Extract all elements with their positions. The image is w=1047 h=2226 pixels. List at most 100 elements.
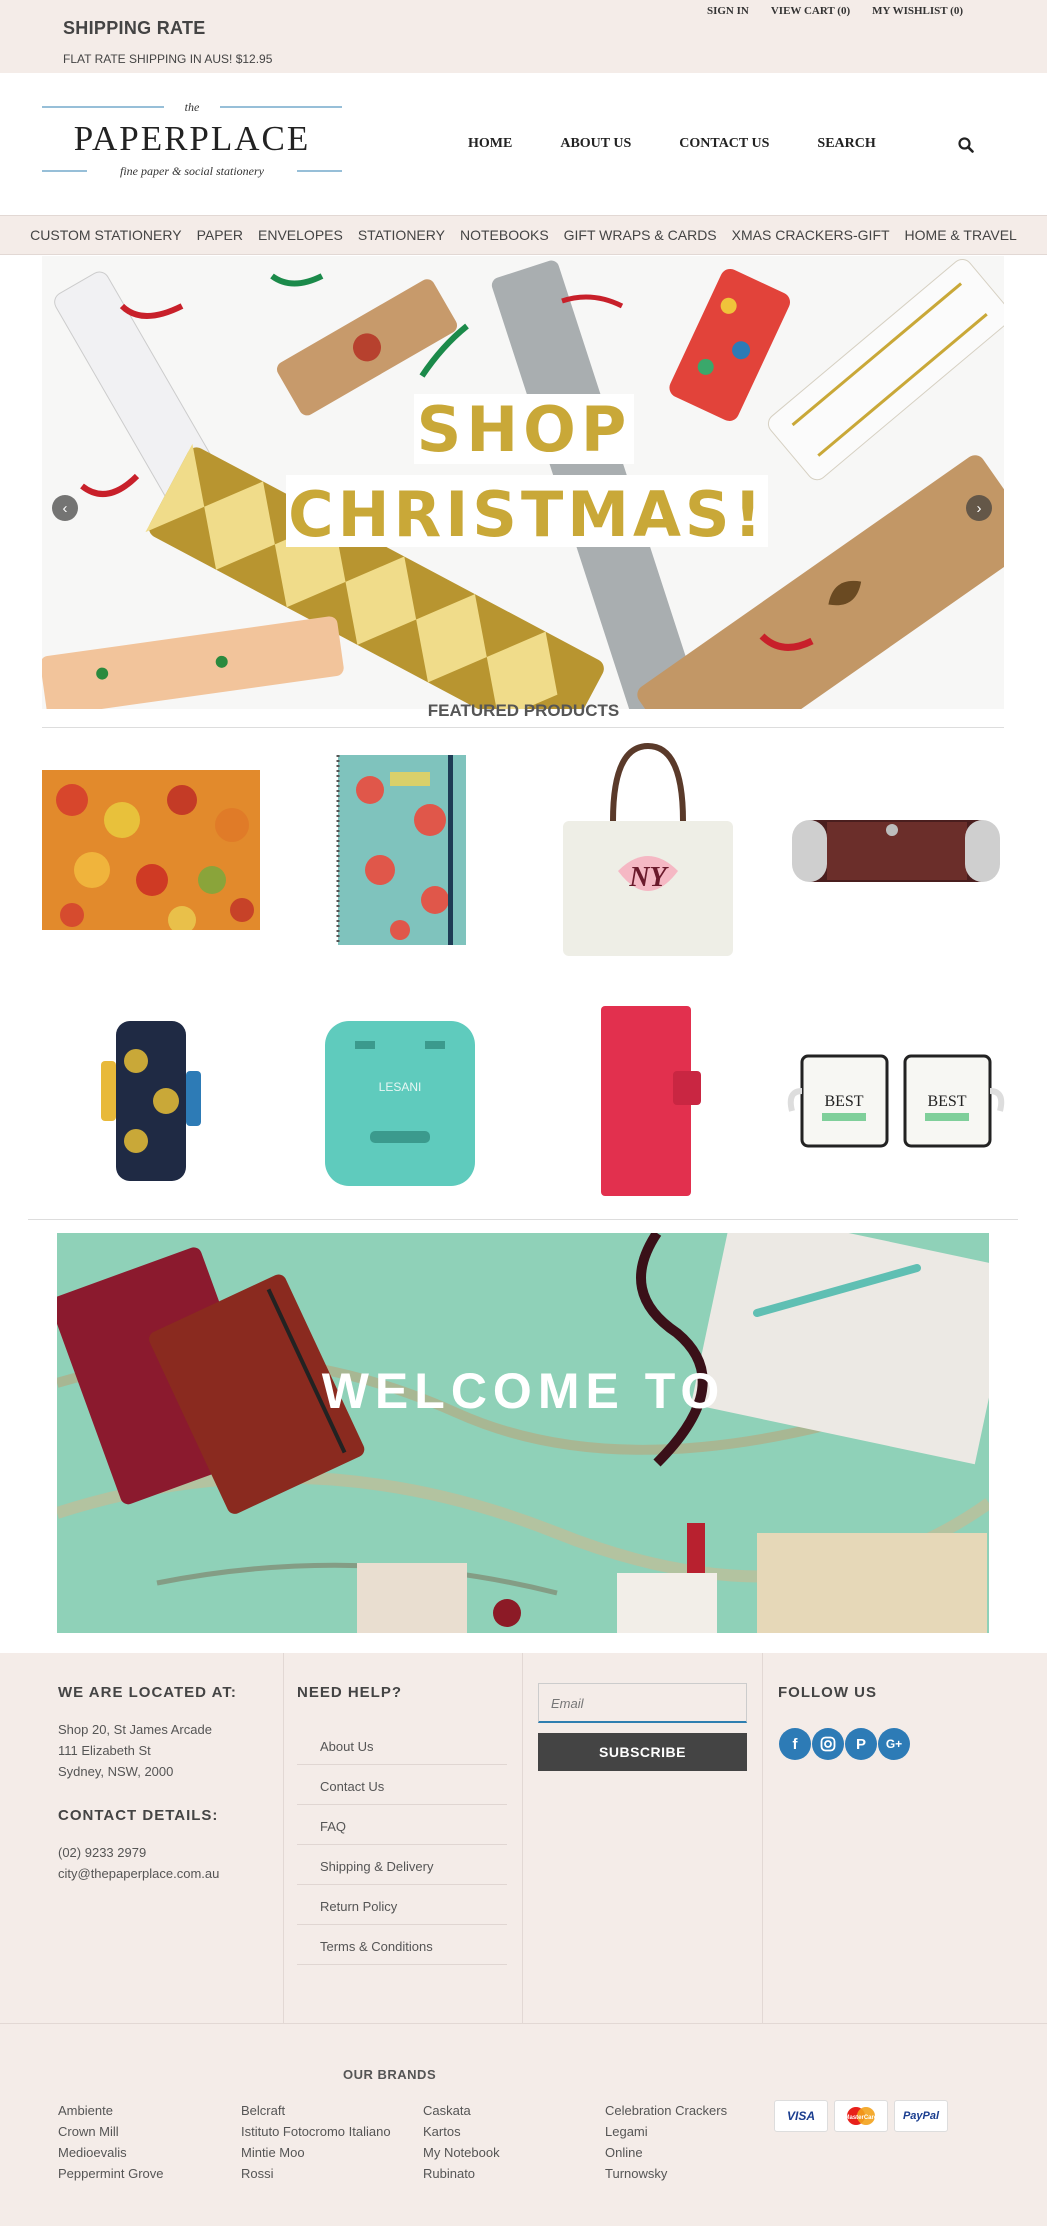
subscribe-button[interactable]: SUBSCRIBE (538, 1733, 747, 1771)
cat-gift-wraps-cards[interactable]: GIFT WRAPS & CARDS (564, 227, 717, 243)
follow-us-heading: FOLLOW US (778, 1684, 877, 1701)
brands-column: Celebration Crackers Legami Online Turno… (605, 2100, 727, 2184)
nav-home[interactable]: HOME (468, 136, 512, 152)
nav-contact-us[interactable]: CONTACT US (679, 136, 769, 152)
contact-email-link[interactable]: city@thepaperplace.com.au (58, 1863, 219, 1884)
help-link-shipping-delivery[interactable]: Shipping & Delivery (297, 1845, 507, 1885)
section-divider (28, 1219, 1018, 1220)
address-line: 111 Elizabeth St (58, 1743, 151, 1758)
cat-xmas-crackers-gift[interactable]: XMAS CRACKERS-GIFT (732, 227, 890, 243)
featured-divider (42, 727, 1004, 728)
category-nav: CUSTOM STATIONERY PAPER ENVELOPES STATIO… (0, 215, 1047, 255)
instagram-icon[interactable] (812, 1728, 844, 1760)
footer-col-divider (762, 1653, 763, 2023)
nav-search[interactable]: SEARCH (817, 136, 875, 152)
wishlist-link[interactable]: MY WISHLIST (0) (872, 5, 963, 17)
logo-tagline: fine paper & social stationery (120, 164, 265, 178)
welcome-banner (57, 1233, 989, 1633)
account-links: SIGN IN VIEW CART (0) MY WISHLIST (0) (707, 5, 963, 17)
shipping-rate-text: FLAT RATE SHIPPING IN AUS! $12.95 (63, 52, 273, 66)
christmas-crackers-image: SHOP CHRISTMAS! (42, 256, 1004, 709)
cat-home-travel[interactable]: HOME & TRAVEL (905, 227, 1017, 243)
marble-desk-image (57, 1233, 989, 1633)
logo-name: PAPERPLACE (74, 119, 311, 158)
our-brands-title: OUR BRANDS (343, 2067, 437, 2082)
product-new-york-tote[interactable]: NY (539, 741, 757, 959)
brand-link[interactable]: Medioevalis (58, 2142, 164, 2163)
main-nav: HOME ABOUT US CONTACT US SEARCH (468, 136, 924, 152)
brand-link[interactable]: Peppermint Grove (58, 2163, 164, 2184)
address: Shop 20, St James Arcade 111 Elizabeth S… (58, 1719, 212, 1782)
need-help-heading: NEED HELP? (297, 1684, 403, 1701)
svg-text:NY: NY (628, 862, 669, 893)
logo[interactable]: the PAPERPLACE fine paper & social stati… (42, 98, 342, 180)
featured-products-title: FEATURED PRODUCTS (427, 701, 620, 720)
shipping-rate-title: SHIPPING RATE (63, 18, 206, 38)
brand-link[interactable]: Rubinato (423, 2163, 500, 2184)
product-leather-case[interactable] (787, 741, 1005, 959)
cat-paper[interactable]: PAPER (197, 227, 243, 243)
product-fruit-wrap[interactable] (42, 741, 260, 959)
footer-col-divider (283, 1653, 284, 2023)
logo-the: the (185, 100, 200, 114)
help-link-return-policy[interactable]: Return Policy (297, 1885, 507, 1925)
brand-link[interactable]: Ambiente (58, 2100, 164, 2121)
footer-col-divider (522, 1653, 523, 2023)
brand-link[interactable]: My Notebook (423, 2142, 500, 2163)
view-cart-link[interactable]: VIEW CART (0) (771, 5, 850, 17)
newsletter-email-input[interactable]: Email (538, 1683, 747, 1723)
svg-text:BEST: BEST (927, 1093, 966, 1110)
brands-column: Caskata Kartos My Notebook Rubinato (423, 2100, 500, 2184)
product-red-travel-wallet[interactable] (539, 992, 757, 1210)
phone-number[interactable]: (02) 9233 2979 (58, 1842, 219, 1863)
brand-link[interactable]: Kartos (423, 2121, 500, 2142)
brand-link[interactable]: Istituto Fotocromo Italiano (241, 2121, 391, 2142)
visa-icon: VISA (774, 2100, 828, 2132)
product-belt-pouch[interactable] (42, 992, 260, 1210)
hero-shop-text: SHOP (417, 393, 632, 466)
brand-link[interactable]: Belcraft (241, 2100, 391, 2121)
product-best-friend-mugs[interactable]: BEST BEST (787, 992, 1005, 1210)
mastercard-icon: MasterCard (834, 2100, 888, 2132)
cat-notebooks[interactable]: NOTEBOOKS (460, 227, 549, 243)
mastercard-label: MasterCard (844, 2115, 877, 2121)
welcome-heading: WELCOME TO (321, 1363, 726, 1419)
hero-next-arrow-icon[interactable]: › (966, 495, 992, 521)
facebook-icon[interactable]: f (779, 1728, 811, 1760)
address-line: Shop 20, St James Arcade (58, 1722, 212, 1737)
hero-christmas-text: CHRISTMAS! (288, 478, 766, 551)
contact-details: (02) 9233 2979 city@thepaperplace.com.au (58, 1842, 219, 1884)
brand-link[interactable]: Crown Mill (58, 2121, 164, 2142)
product-travel-adapter[interactable]: LESANI (291, 992, 509, 1210)
brand-link[interactable]: Mintie Moo (241, 2142, 391, 2163)
sign-in-link[interactable]: SIGN IN (707, 5, 749, 17)
help-link-about-us[interactable]: About Us (297, 1725, 507, 1765)
paypal-icon: PayPal (894, 2100, 948, 2132)
product-floral-notebook[interactable] (291, 741, 509, 959)
hero-prev-arrow-icon[interactable]: ‹ (52, 495, 78, 521)
svg-text:BEST: BEST (824, 1093, 863, 1110)
brand-link[interactable]: Turnowsky (605, 2163, 727, 2184)
brand-link[interactable]: Legami (605, 2121, 727, 2142)
cat-envelopes[interactable]: ENVELOPES (258, 227, 343, 243)
cat-custom-stationery[interactable]: CUSTOM STATIONERY (30, 227, 181, 243)
google-plus-icon[interactable]: G+ (878, 1728, 910, 1760)
nav-about-us[interactable]: ABOUT US (560, 136, 631, 152)
brands-column: Ambiente Crown Mill Medioevalis Peppermi… (58, 2100, 164, 2184)
pinterest-icon[interactable]: P (845, 1728, 877, 1760)
cat-stationery[interactable]: STATIONERY (358, 227, 445, 243)
contact-heading: CONTACT DETAILS: (58, 1807, 219, 1824)
brand-link[interactable]: Online (605, 2142, 727, 2163)
help-link-terms-conditions[interactable]: Terms & Conditions (297, 1925, 507, 1965)
help-link-faq[interactable]: FAQ (297, 1805, 507, 1845)
brand-link[interactable]: Caskata (423, 2100, 500, 2121)
footer (0, 1653, 1047, 2023)
brand-link[interactable]: Celebration Crackers (605, 2100, 727, 2121)
brand-link[interactable]: Rossi (241, 2163, 391, 2184)
help-link-contact-us[interactable]: Contact Us (297, 1765, 507, 1805)
location-heading: WE ARE LOCATED AT: (58, 1684, 237, 1701)
search-icon[interactable] (958, 137, 974, 153)
brands-column: Belcraft Istituto Fotocromo Italiano Min… (241, 2100, 391, 2184)
address-line: Sydney, NSW, 2000 (58, 1764, 174, 1779)
hero-banner[interactable]: SHOP CHRISTMAS! ‹ › (42, 256, 1004, 709)
